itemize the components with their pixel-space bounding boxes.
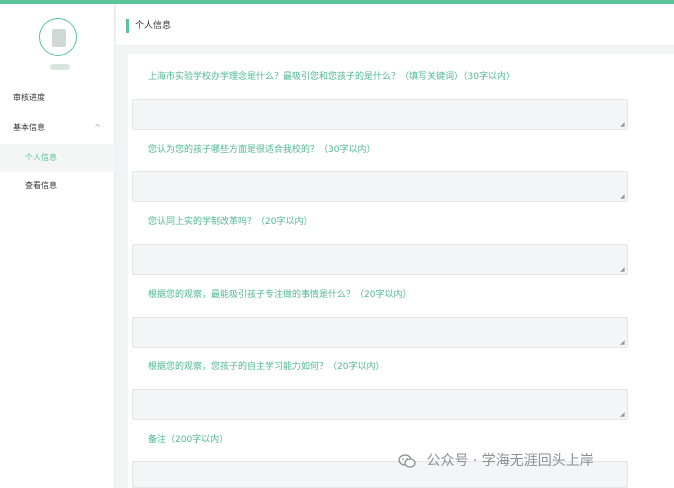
sidebar-item-label: 基本信息 <box>13 123 45 132</box>
resize-handle-icon[interactable]: ◢ <box>620 412 626 418</box>
question-label: 您认同上实的学制改革吗？（20字以内） <box>148 217 313 227</box>
answer-textarea[interactable]: ◢ <box>132 389 628 420</box>
answer-textarea[interactable]: ◢ <box>132 99 628 130</box>
question-label: 您认为您的孩子哪些方面是很适合我校的？（30字以内） <box>148 145 376 155</box>
sidebar-item-label: 审核进度 <box>13 93 45 102</box>
sidebar-item-review-progress[interactable]: 审核进度 <box>0 84 115 112</box>
sidebar-item-basic-info[interactable]: 基本信息 ^ <box>0 114 115 142</box>
question-label: 根据您的观察，您孩子的自主学习能力如何？（20字以内） <box>148 362 385 372</box>
avatar[interactable] <box>39 18 77 56</box>
watermark-text: 公众号 · 学海无涯回头上岸 <box>426 453 594 469</box>
page-header: 个人信息 <box>116 4 674 46</box>
sidebar-item-label: 个人信息 <box>25 153 57 162</box>
sidebar-item-personal-info[interactable]: 个人信息 <box>0 144 115 172</box>
question-label: 上海市实验学校办学理念是什么？最吸引您和您孩子的是什么？（填写关键词）（30字以… <box>148 72 515 82</box>
avatar-image <box>52 29 66 47</box>
answer-textarea[interactable]: ◢ <box>132 244 628 275</box>
question-label: 根据您的观察，最能吸引孩子专注做的事情是什么？（20字以内） <box>148 290 412 300</box>
form-panel: 上海市实验学校办学理念是什么？最吸引您和您孩子的是什么？（填写关键词）（30字以… <box>128 54 674 488</box>
sidebar-item-view-info[interactable]: 查看信息 <box>0 172 115 200</box>
sidebar-item-label: 查看信息 <box>25 181 57 190</box>
watermark: 公众号 · 学海无涯回头上岸 <box>398 450 594 472</box>
resize-handle-icon[interactable]: ◢ <box>620 122 626 128</box>
answer-textarea[interactable]: ◢ <box>132 171 628 202</box>
user-name-blurred <box>50 64 70 70</box>
title-accent-bar <box>126 19 129 33</box>
resize-handle-icon[interactable]: ◢ <box>620 340 626 346</box>
question-label: 备注（200字以内） <box>148 435 229 445</box>
wechat-icon <box>398 454 416 468</box>
resize-handle-icon[interactable]: ◢ <box>620 194 626 200</box>
resize-handle-icon[interactable]: ◢ <box>620 267 626 273</box>
page-title: 个人信息 <box>135 21 172 31</box>
sidebar: 审核进度 基本信息 ^ 个人信息 查看信息 <box>0 4 115 488</box>
answer-textarea[interactable]: ◢ <box>132 317 628 348</box>
chevron-up-icon: ^ <box>94 123 101 132</box>
